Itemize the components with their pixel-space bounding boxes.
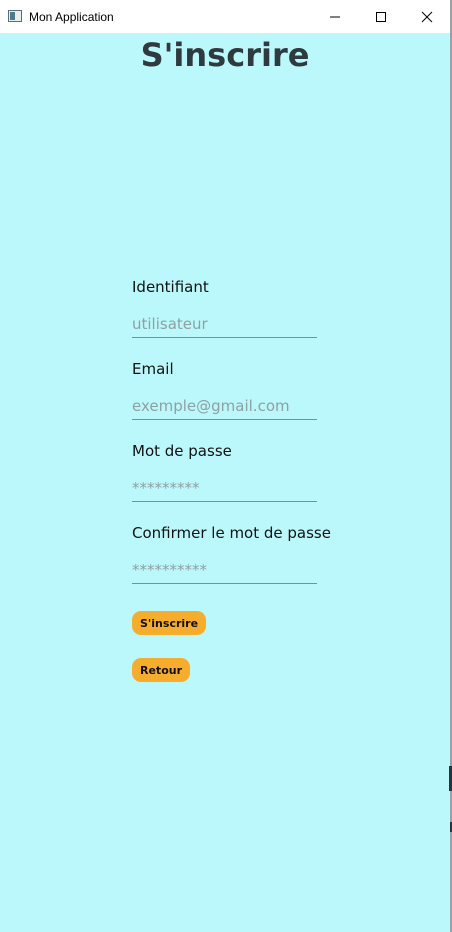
signup-page: S'inscrire Identifiant Email Mot de pass…	[0, 33, 450, 932]
page-title: S'inscrire	[140, 36, 310, 74]
back-button[interactable]: Retour	[132, 658, 191, 682]
maximize-button[interactable]	[358, 0, 404, 33]
confirm-password-input[interactable]	[132, 557, 317, 584]
title-bar[interactable]: Mon Application	[0, 0, 450, 33]
minimize-button[interactable]	[312, 0, 358, 33]
email-input[interactable]	[132, 393, 317, 420]
password-label: Mot de passe	[132, 442, 232, 460]
app-window-icon	[8, 10, 22, 22]
close-button[interactable]	[404, 0, 450, 33]
app-window: Mon Application S'inscrire Identifiant E…	[0, 0, 452, 932]
password-input[interactable]	[132, 475, 317, 502]
window-title: Mon Application	[29, 10, 114, 24]
username-input[interactable]	[132, 311, 317, 338]
minimize-icon	[330, 16, 340, 18]
email-label: Email	[132, 360, 174, 378]
username-label: Identifiant	[132, 278, 209, 296]
maximize-icon	[376, 12, 386, 22]
register-button[interactable]: S'inscrire	[132, 611, 207, 635]
close-icon	[421, 11, 433, 23]
confirm-password-label: Confirmer le mot de passe	[132, 524, 331, 542]
